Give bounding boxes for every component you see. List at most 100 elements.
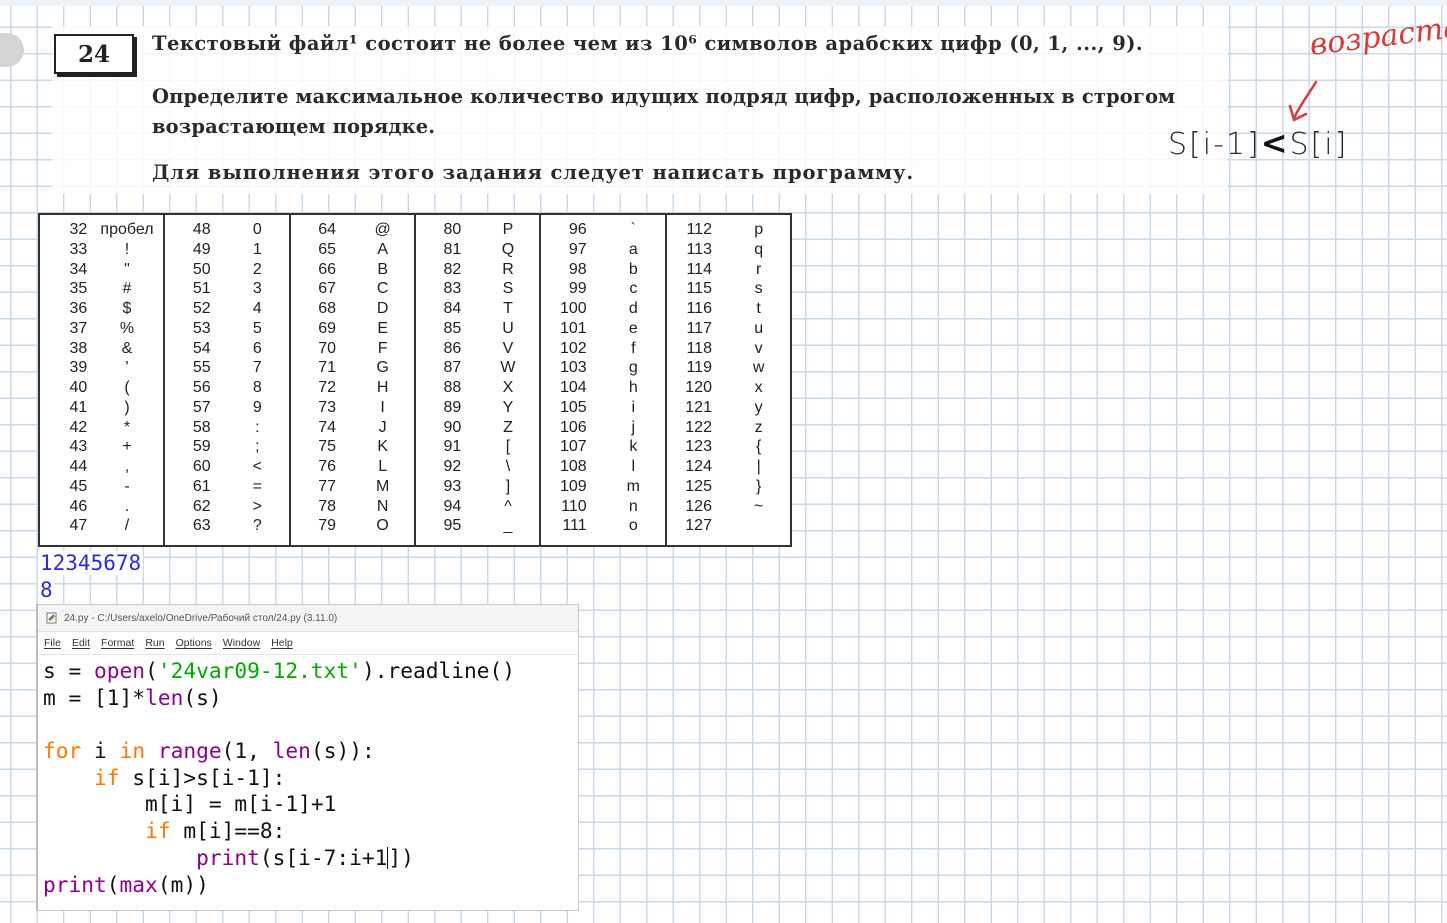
- ascii-char: 4: [252, 300, 262, 317]
- ascii-row: 71 G: [291, 359, 414, 379]
- ascii-char: V: [502, 339, 514, 357]
- ascii-char: >: [252, 497, 262, 515]
- ascii-row: 125}: [667, 478, 790, 498]
- ascii-column: 80 P 81 Q 82 R 83 S 84 T 85 U 86 V 87 W 88 X 89 Y 90 Z 91[92 \ 9…: [416, 215, 542, 545]
- ascii-row: 64 @: [291, 221, 414, 241]
- code-line: m[i] = m[i-1]+1: [43, 791, 578, 818]
- ascii-code: 117: [686, 319, 712, 337]
- ascii-row: 42 *: [40, 419, 163, 439]
- code-token: (s)):: [310, 738, 375, 764]
- code-line: s = open('24var09-12.txt').readline(): [43, 658, 578, 685]
- ascii-char: [: [505, 438, 511, 456]
- ascii-row: 51 3: [165, 280, 288, 300]
- ascii-char: +: [122, 438, 132, 456]
- ascii-row: 90 Z: [416, 419, 539, 439]
- menu-edit[interactable]: Edit: [72, 637, 90, 649]
- ascii-row: 78 N: [291, 498, 414, 518]
- ascii-char: ^: [504, 497, 512, 515]
- side-panel-handle[interactable]: [0, 33, 24, 67]
- idle-editor-window[interactable]: 24.py - C:/Users/axelo/OneDrive/Рабочий …: [36, 604, 579, 911]
- formula-left: S[i-1]: [1168, 127, 1261, 162]
- code-token: ).readline(): [361, 658, 516, 683]
- code-token: for: [43, 738, 82, 764]
- menu-file[interactable]: File: [44, 637, 61, 649]
- ascii-code: 83: [443, 280, 462, 298]
- ascii-char: /: [124, 517, 130, 535]
- ascii-code: 58: [192, 418, 211, 436]
- ascii-char: 7: [252, 359, 262, 377]
- ascii-char: i: [631, 398, 636, 416]
- ascii-code: 106: [559, 418, 587, 436]
- ascii-code-table: 32 пробел 33! 34 " 35 #36 $37% 38 & 39 ' 40(41) 42 * 43…: [38, 213, 792, 547]
- ascii-char: J: [378, 418, 387, 436]
- ascii-code: 39: [69, 359, 88, 377]
- menu-window[interactable]: Window: [223, 637, 260, 649]
- ascii-row: 55 7: [165, 359, 288, 379]
- ascii-row: 66 B: [291, 261, 414, 281]
- ascii-row: 62 >: [165, 498, 288, 518]
- ascii-char: O: [376, 517, 389, 535]
- ascii-code: 76: [318, 458, 336, 475]
- ascii-row: 126 ~: [667, 498, 790, 518]
- code-token: range: [157, 738, 222, 764]
- ascii-row: 95 _: [416, 517, 539, 537]
- code-line: m = [1]*len(s): [43, 685, 578, 712]
- ascii-char: U: [502, 319, 514, 337]
- menu-help[interactable]: Help: [271, 637, 293, 649]
- ascii-row: 103 g: [541, 359, 664, 379]
- ascii-char: T: [503, 300, 513, 317]
- ascii-code: 98: [568, 260, 587, 278]
- ascii-char: u: [754, 319, 764, 337]
- ascii-code: 112: [686, 221, 712, 238]
- ascii-row: 69 E: [291, 320, 414, 340]
- ascii-char: `: [630, 221, 636, 238]
- code-line: if s[i]>s[i-1]:: [43, 765, 578, 792]
- ascii-row: 57 9: [165, 399, 288, 419]
- ascii-code: 40: [69, 379, 88, 396]
- ascii-row: 52 4: [165, 300, 288, 320]
- ascii-row: 47 /: [40, 517, 163, 537]
- ascii-code: 92: [443, 458, 462, 475]
- ascii-code: 72: [318, 379, 336, 396]
- menu-options[interactable]: Options: [176, 637, 212, 649]
- ascii-row: 54 6: [165, 340, 288, 360]
- ascii-code: 121: [685, 398, 712, 416]
- top-strip: [0, 0, 1447, 6]
- ascii-char: c: [629, 280, 638, 298]
- ascii-char: v: [754, 339, 763, 357]
- ascii-row: 72 H: [291, 379, 414, 399]
- ascii-code: 101: [559, 319, 587, 337]
- ascii-row: 73 I: [291, 399, 414, 419]
- editor-title: 24.py - C:/Users/axelo/OneDrive/Рабочий …: [64, 612, 338, 624]
- ascii-char: m: [626, 477, 640, 495]
- code-token: print: [43, 871, 107, 897]
- code-token: if: [145, 818, 171, 844]
- ascii-row: 89 Y: [416, 399, 539, 419]
- ascii-row: 109 m: [541, 478, 664, 498]
- ascii-char: 5: [252, 319, 262, 337]
- ascii-code: 47: [69, 517, 88, 535]
- ascii-char: q: [754, 240, 764, 258]
- ascii-code: 74: [318, 418, 336, 436]
- menu-format[interactable]: Format: [101, 637, 134, 649]
- ascii-char: R: [502, 260, 514, 278]
- ascii-code: 56: [192, 379, 211, 396]
- menu-run[interactable]: Run: [145, 637, 164, 649]
- ascii-code: 105: [559, 398, 587, 416]
- handwritten-word: возраста: [1307, 9, 1447, 63]
- ascii-char: B: [377, 260, 388, 278]
- ascii-code: 87: [443, 359, 462, 377]
- ascii-row: 113 q: [667, 241, 790, 261]
- ascii-char: H: [376, 379, 389, 396]
- ascii-char: e: [628, 319, 638, 337]
- ascii-char: L: [378, 458, 388, 475]
- code-token: (s[i-7:i+1: [259, 844, 388, 870]
- ascii-char: !: [124, 240, 130, 258]
- ascii-row: 84 T: [416, 300, 539, 320]
- ascii-column: 32 пробел 33! 34 " 35 #36 $37% 38 & 39 ' 40(41) 42 * 43…: [40, 215, 166, 545]
- ascii-char: $: [122, 300, 132, 317]
- code-area[interactable]: s = open('24var09-12.txt').readline() m =…: [38, 655, 578, 898]
- ascii-code: 37: [69, 319, 88, 337]
- ascii-char: X: [502, 379, 514, 396]
- formula-right: S[i]: [1289, 127, 1349, 162]
